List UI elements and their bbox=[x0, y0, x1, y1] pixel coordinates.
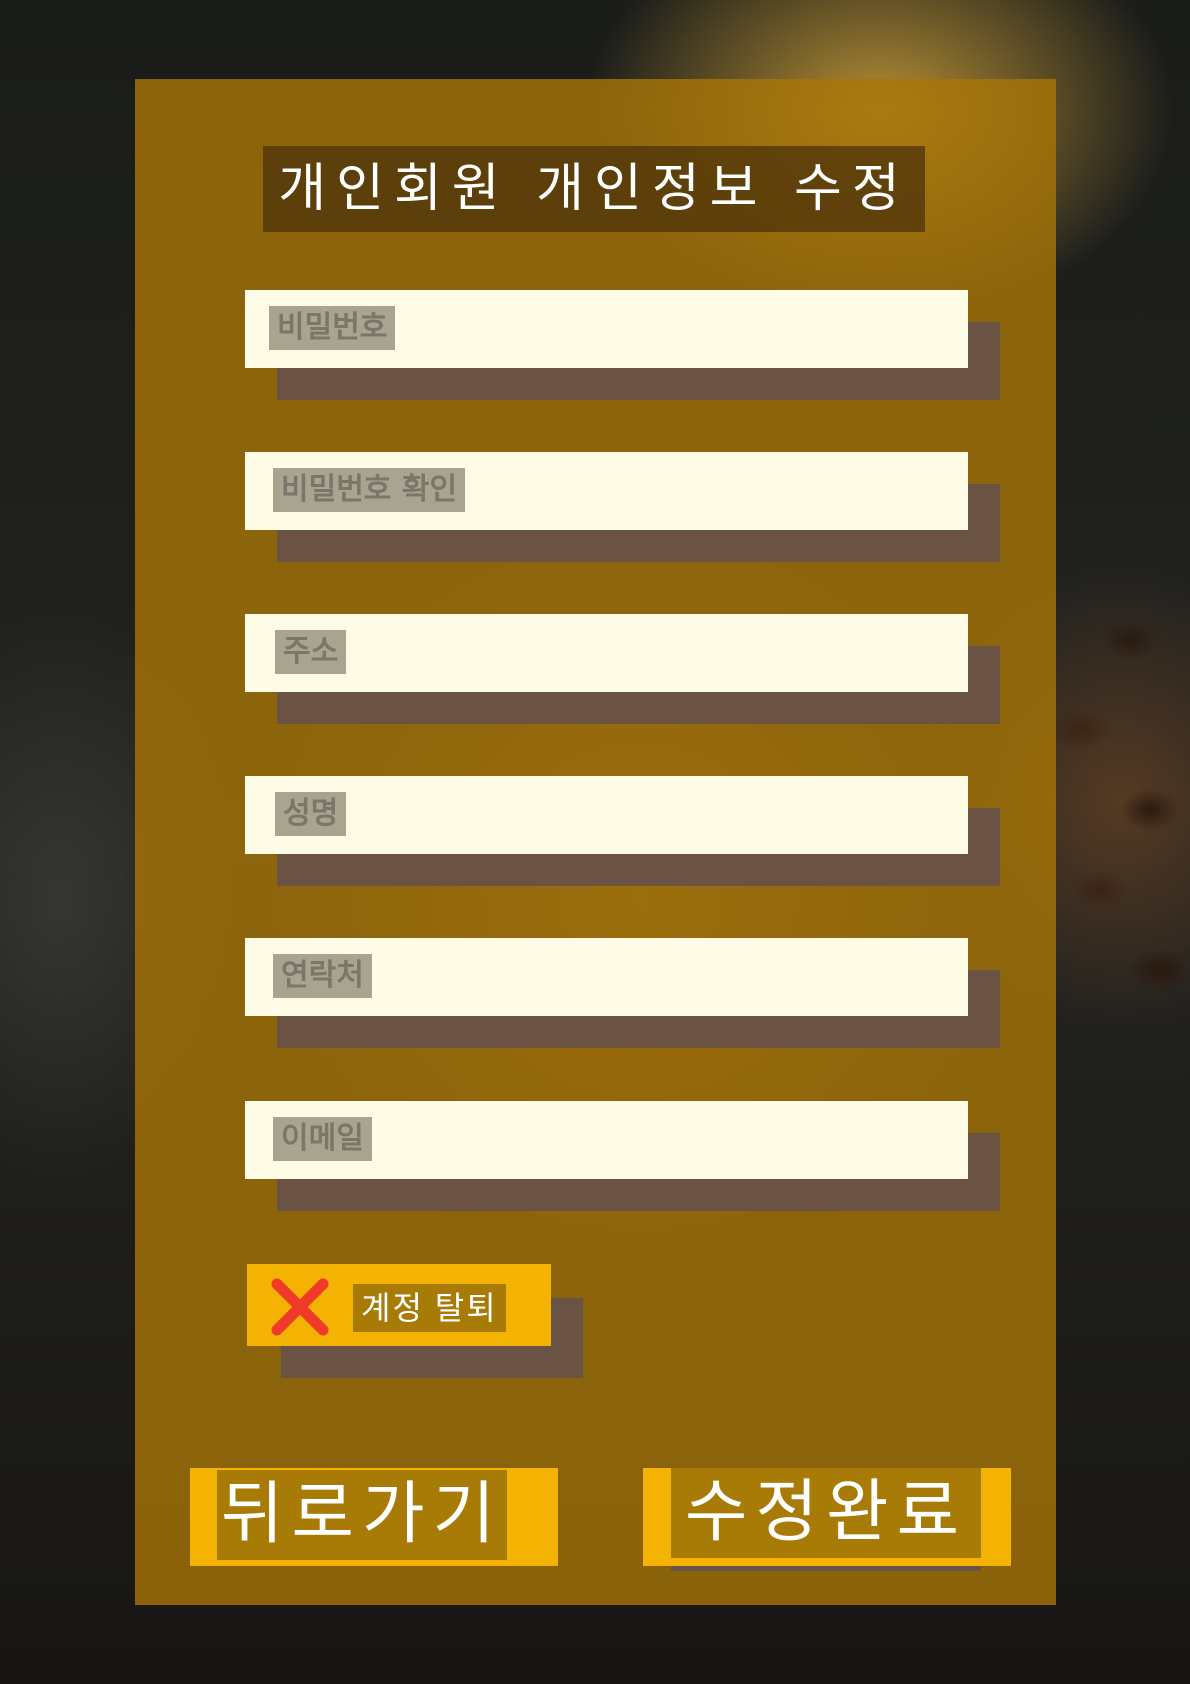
withdraw-label: 계정 탈퇴 bbox=[353, 1284, 506, 1332]
submit-edit-button[interactable]: 수정완료 bbox=[643, 1468, 1011, 1571]
field-box[interactable]: 비밀번호 확인 bbox=[245, 452, 972, 532]
withdraw-account-button[interactable]: 계정 탈퇴 bbox=[247, 1264, 551, 1346]
email-input[interactable] bbox=[245, 1101, 972, 1181]
back-button-label: 뒤로가기 bbox=[217, 1470, 507, 1560]
phone-field[interactable]: 연락처 bbox=[245, 938, 1000, 1048]
field-box[interactable]: 연락처 bbox=[245, 938, 972, 1018]
address-field[interactable]: 주소 bbox=[245, 614, 1000, 724]
back-button[interactable]: 뒤로가기 bbox=[190, 1468, 558, 1566]
submit-button-label: 수정완료 bbox=[671, 1468, 981, 1558]
phone-input[interactable] bbox=[245, 938, 972, 1018]
submit-button-shadow bbox=[671, 1566, 981, 1571]
field-box[interactable]: 비밀번호 bbox=[245, 290, 972, 370]
password-confirm-input[interactable] bbox=[245, 452, 972, 532]
address-input[interactable] bbox=[245, 614, 972, 694]
field-box[interactable]: 이메일 bbox=[245, 1101, 972, 1181]
password-input[interactable] bbox=[245, 290, 972, 370]
field-box[interactable]: 주소 bbox=[245, 614, 972, 694]
name-input[interactable] bbox=[245, 776, 972, 856]
page-title: 개인회원 개인정보 수정 bbox=[263, 146, 925, 232]
password-field[interactable]: 비밀번호 bbox=[245, 290, 1000, 400]
field-box[interactable]: 성명 bbox=[245, 776, 972, 856]
background-coffee-beans bbox=[1040, 560, 1190, 1060]
close-x-icon bbox=[271, 1278, 329, 1336]
password-confirm-field[interactable]: 비밀번호 확인 bbox=[245, 452, 1000, 562]
email-field[interactable]: 이메일 bbox=[245, 1101, 1000, 1211]
name-field[interactable]: 성명 bbox=[245, 776, 1000, 886]
